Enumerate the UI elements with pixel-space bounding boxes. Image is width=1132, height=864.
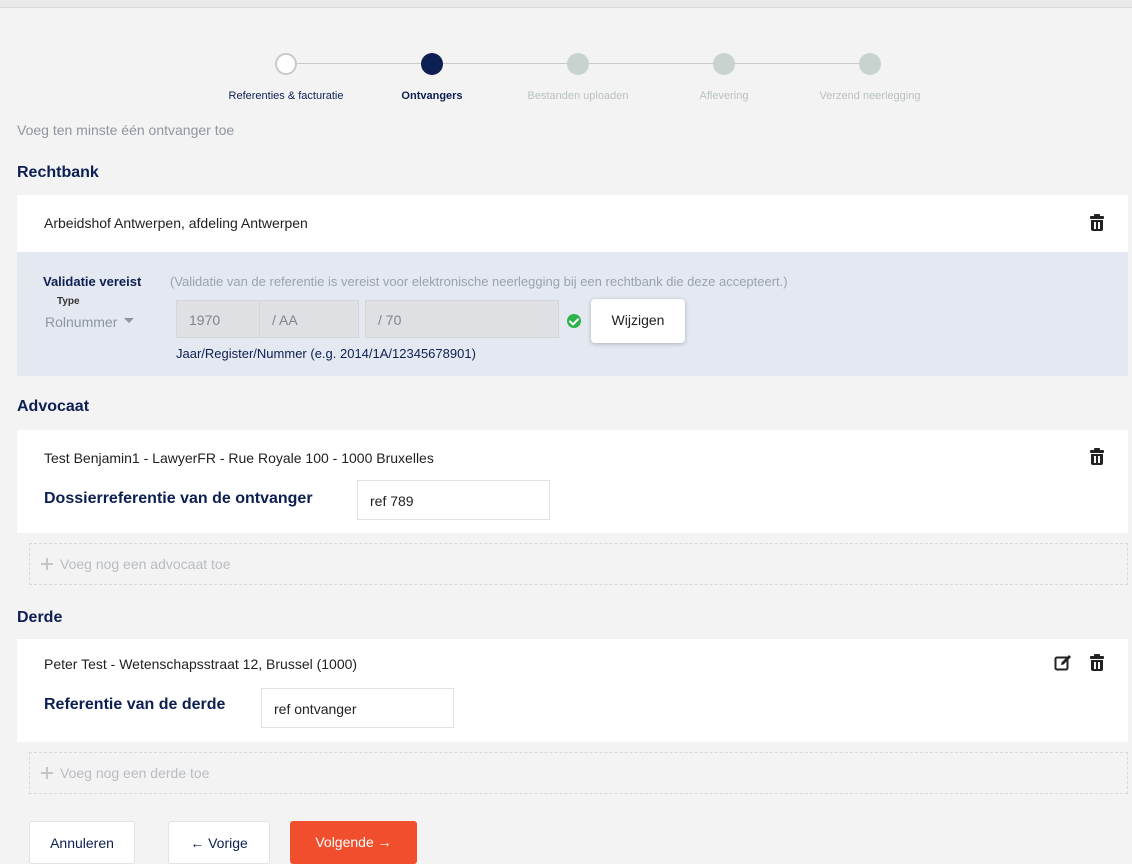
validation-note: (Validatie van de referentie is vereist … [170, 274, 788, 289]
number-value: 70 [385, 312, 402, 328]
number-field[interactable]: / 70 [365, 300, 559, 338]
step-label-recipients[interactable]: Ontvangers [352, 90, 512, 102]
third-party-section-title: Derde [17, 609, 63, 626]
court-card: Arbeidshof Antwerpen, afdeling Antwerpen [17, 195, 1128, 252]
add-lawyer-label: Voeg nog een advocaat toe [60, 556, 231, 572]
lawyer-reference-label: Dossierreferentie van de ontvanger [44, 490, 313, 507]
slash-separator: / [272, 312, 280, 328]
plus-icon [40, 766, 54, 780]
progress-stepper: Referenties & facturatie Ontvangers Best… [0, 50, 1132, 110]
type-select[interactable]: Rolnummer [45, 310, 169, 336]
top-border [0, 0, 1132, 8]
add-third-party-label: Voeg nog een derde toe [60, 765, 210, 781]
step-label-upload: Bestanden uploaden [527, 90, 629, 102]
register-value: AA [279, 312, 298, 328]
cancel-button[interactable]: Annuleren [29, 821, 135, 864]
trash-icon[interactable] [1089, 654, 1105, 672]
add-third-party-button[interactable]: Voeg nog een derde toe [29, 752, 1128, 794]
plus-icon [40, 557, 54, 571]
type-label: Type [57, 296, 80, 307]
change-button[interactable]: Wijzigen [591, 299, 685, 343]
third-party-reference-label: Referentie van de derde [44, 696, 226, 713]
register-field[interactable]: / AA [259, 300, 359, 338]
step-indicator-delivery [713, 53, 735, 75]
next-button[interactable]: Volgende → [290, 821, 417, 864]
step-label-references[interactable]: Referenties & facturatie [206, 90, 366, 102]
reference-format-help: Jaar/Register/Nummer (e.g. 2014/1A/12345… [176, 346, 476, 361]
third-party-name: Peter Test - Wetenschapsstraat 12, Bruss… [44, 656, 358, 672]
court-section-title: Rechtbank [17, 164, 99, 181]
lawyer-card: Test Benjamin1 - LawyerFR - Rue Royale 1… [17, 430, 1128, 533]
check-circle-icon [567, 314, 581, 328]
third-party-card: Peter Test - Wetenschapsstraat 12, Bruss… [17, 639, 1128, 742]
step-connector [297, 63, 421, 64]
lawyer-name: Test Benjamin1 - LawyerFR - Rue Royale 1… [44, 450, 434, 466]
trash-icon[interactable] [1089, 214, 1105, 232]
court-name: Arbeidshof Antwerpen, afdeling Antwerpen [44, 215, 308, 231]
validation-title: Validatie vereist [43, 274, 142, 289]
step-label-send: Verzend neerlegging [819, 90, 921, 102]
year-value: 1970 [189, 312, 221, 328]
step-label-delivery: Aflevering [699, 90, 749, 102]
step-connector [735, 63, 859, 64]
slash-separator: / [378, 312, 386, 328]
previous-button[interactable]: ← Vorige [168, 821, 270, 864]
year-field[interactable]: 1970 [176, 300, 260, 338]
step-connector [589, 63, 713, 64]
step-indicator-recipients[interactable] [421, 53, 443, 75]
trash-icon[interactable] [1089, 448, 1105, 466]
step-indicator-references[interactable] [275, 53, 297, 75]
lawyer-section-title: Advocaat [17, 398, 90, 415]
add-lawyer-button[interactable]: Voeg nog een advocaat toe [29, 543, 1128, 585]
validation-panel: Validatie vereist (Validatie van de refe… [17, 252, 1128, 376]
edit-icon[interactable] [1054, 654, 1072, 672]
step-indicator-upload [567, 53, 589, 75]
third-party-reference-input[interactable]: ref ontvanger [261, 688, 454, 728]
lawyer-reference-input[interactable]: ref 789 [357, 480, 550, 520]
recipient-hint: Voeg ten minste één ontvanger toe [17, 122, 235, 138]
step-connector [443, 63, 567, 64]
caret-down-icon[interactable] [124, 318, 134, 323]
step-indicator-send [859, 53, 881, 75]
